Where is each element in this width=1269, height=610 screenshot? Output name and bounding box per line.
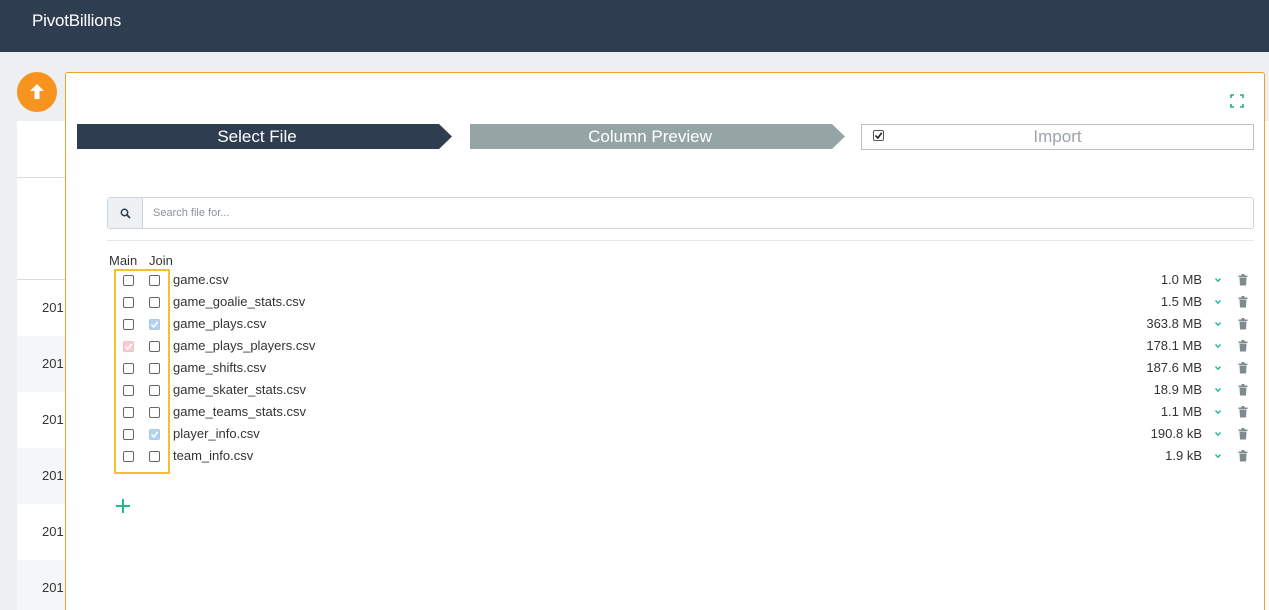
fullscreen-icon[interactable] [1230, 94, 1244, 108]
background-year-cell: 201 [42, 468, 64, 483]
trash-icon[interactable] [1238, 296, 1248, 308]
step-label: Import [1033, 127, 1082, 146]
trash-icon[interactable] [1238, 384, 1248, 396]
file-size: 1.9 kB [1165, 448, 1202, 463]
trash-icon[interactable] [1238, 318, 1248, 330]
file-name[interactable]: game_plays_players.csv [173, 338, 315, 353]
chevron-down-icon[interactable] [1213, 451, 1223, 461]
trash-icon[interactable] [1238, 428, 1248, 440]
step-label: Column Preview [588, 127, 712, 146]
file-name[interactable]: game_plays.csv [173, 316, 266, 331]
file-row: game.csv 1.0 MB [107, 270, 1254, 292]
search-input[interactable] [144, 198, 1244, 228]
file-name[interactable]: team_info.csv [173, 448, 253, 463]
file-row: game_teams_stats.csv 1.1 MB [107, 402, 1254, 424]
trash-icon[interactable] [1238, 274, 1248, 286]
file-name[interactable]: game_goalie_stats.csv [173, 294, 305, 309]
main-column-header: Main [109, 253, 138, 268]
background-year-cell: 201 [42, 524, 64, 539]
join-column-header: Join [149, 253, 173, 268]
step-column-preview[interactable]: Column Preview [470, 124, 846, 149]
file-size: 178.1 MB [1146, 338, 1202, 353]
file-name[interactable]: game_teams_stats.csv [173, 404, 306, 419]
plus-icon[interactable] [115, 498, 131, 514]
file-row: player_info.csv 190.8 kB [107, 424, 1254, 446]
chevron-down-icon[interactable] [1213, 275, 1223, 285]
file-row: game_plays.csv 363.8 MB [107, 314, 1254, 336]
top-navbar: PivotBillions [0, 0, 1269, 52]
background-year-cell: 201 [42, 580, 64, 595]
chevron-down-icon[interactable] [1213, 429, 1223, 439]
trash-icon[interactable] [1238, 362, 1248, 374]
file-row: game_skater_stats.csv 18.9 MB [107, 380, 1254, 402]
file-row: team_info.csv 1.9 kB [107, 446, 1254, 468]
file-row: game_shifts.csv 187.6 MB [107, 358, 1254, 380]
step-import[interactable]: Import [861, 124, 1254, 150]
background-year-cell: 201 [42, 300, 64, 315]
file-size: 1.1 MB [1160, 404, 1202, 419]
background-divider [17, 279, 67, 280]
file-size: 1.0 MB [1160, 272, 1202, 287]
file-size: 1.5 MB [1160, 294, 1202, 309]
app-title[interactable]: PivotBillions [32, 11, 121, 31]
chevron-down-icon[interactable] [1213, 363, 1223, 373]
chevron-down-icon[interactable] [1213, 407, 1223, 417]
search-addon[interactable] [108, 198, 143, 228]
file-row: game_goalie_stats.csv 1.5 MB [107, 292, 1254, 314]
arrow-up-icon [30, 84, 44, 99]
divider [107, 240, 1254, 241]
file-name[interactable]: game_skater_stats.csv [173, 382, 306, 397]
file-row: game_plays_players.csv 178.1 MB [107, 336, 1254, 358]
trash-icon[interactable] [1238, 340, 1248, 352]
file-name[interactable]: player_info.csv [173, 426, 260, 441]
background-year-cell: 201 [42, 356, 64, 371]
chevron-down-icon[interactable] [1213, 297, 1223, 307]
background-year-cell: 201 [42, 412, 64, 427]
import-dialog: Select File Column Preview Import Main J… [65, 72, 1265, 610]
search-icon [120, 208, 131, 219]
trash-icon[interactable] [1238, 406, 1248, 418]
chevron-down-icon[interactable] [1213, 385, 1223, 395]
step-select-file[interactable]: Select File [77, 124, 453, 149]
file-size: 187.6 MB [1146, 360, 1202, 375]
file-name[interactable]: game.csv [173, 272, 229, 287]
trash-icon[interactable] [1238, 450, 1248, 462]
background-divider [17, 177, 67, 178]
file-size: 190.8 kB [1150, 426, 1202, 441]
file-name[interactable]: game_shifts.csv [173, 360, 266, 375]
upload-button[interactable] [17, 72, 57, 112]
checkbox-highlight-box [114, 269, 170, 474]
file-size: 18.9 MB [1153, 382, 1202, 397]
chevron-down-icon[interactable] [1213, 319, 1223, 329]
step-label: Select File [217, 127, 297, 146]
file-size: 363.8 MB [1146, 316, 1202, 331]
search-bar [107, 197, 1254, 229]
chevron-down-icon[interactable] [1213, 341, 1223, 351]
